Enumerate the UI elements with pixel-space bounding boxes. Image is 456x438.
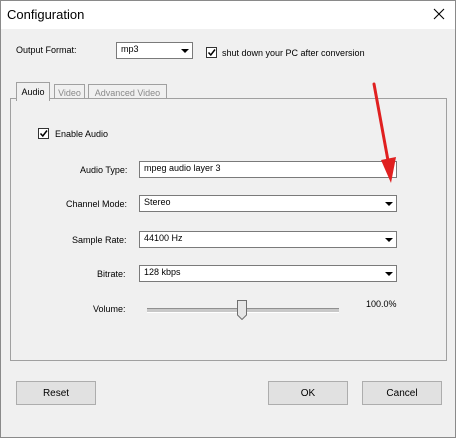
slider-thumb-icon [237, 300, 247, 321]
bitrate-value: 128 kbps [144, 267, 181, 277]
tab-video-label: Video [58, 87, 81, 98]
checkmark-icon [39, 130, 48, 138]
tab-audio[interactable]: Audio [16, 82, 50, 101]
title-bar: Configuration [1, 1, 455, 29]
reset-button-label: Reset [42, 387, 70, 399]
enable-audio-checkbox[interactable] [38, 128, 49, 139]
annotation-arrow-icon [372, 82, 396, 183]
bitrate-select[interactable]: 128 kbps [139, 265, 397, 282]
volume-value: 100.0% [366, 299, 397, 309]
cancel-button[interactable]: Cancel [362, 381, 442, 405]
close-icon [433, 8, 445, 20]
channel-mode-label: Channel Mode: [66, 199, 128, 209]
output-format-label: Output Format: [16, 45, 77, 55]
shutdown-label: shut down your PC after conversion [222, 48, 365, 58]
ok-button[interactable]: OK [268, 381, 348, 405]
checkmark-icon [207, 49, 216, 57]
volume-slider-thumb[interactable] [237, 300, 247, 321]
audio-type-value: mpeg audio layer 3 [144, 163, 221, 173]
ok-button-label: OK [300, 387, 316, 399]
chevron-down-icon [381, 196, 396, 211]
close-button[interactable] [427, 3, 451, 25]
tab-advanced-video-label: Advanced Video [94, 87, 161, 98]
audio-type-select[interactable]: mpeg audio layer 3 [139, 161, 397, 178]
chevron-down-icon [381, 266, 396, 281]
output-format-select[interactable]: mp3 [116, 42, 193, 59]
chevron-down-icon [177, 43, 192, 58]
shutdown-checkbox[interactable] [206, 47, 217, 58]
output-format-value: mp3 [121, 44, 139, 54]
bitrate-label: Bitrate: [97, 269, 126, 279]
channel-mode-select[interactable]: Stereo [139, 195, 397, 212]
enable-audio-label: Enable Audio [55, 129, 109, 139]
cancel-button-label: Cancel [386, 387, 418, 399]
tab-audio-label: Audio [21, 87, 45, 97]
sample-rate-label: Sample Rate: [72, 235, 127, 245]
window-title: Configuration [7, 7, 85, 22]
reset-button[interactable]: Reset [16, 381, 96, 405]
volume-label: Volume: [93, 304, 126, 314]
sample-rate-value: 44100 Hz [144, 233, 183, 243]
channel-mode-value: Stereo [144, 197, 171, 207]
chevron-down-icon [381, 232, 396, 247]
sample-rate-select[interactable]: 44100 Hz [139, 231, 397, 248]
audio-type-label: Audio Type: [80, 165, 128, 175]
